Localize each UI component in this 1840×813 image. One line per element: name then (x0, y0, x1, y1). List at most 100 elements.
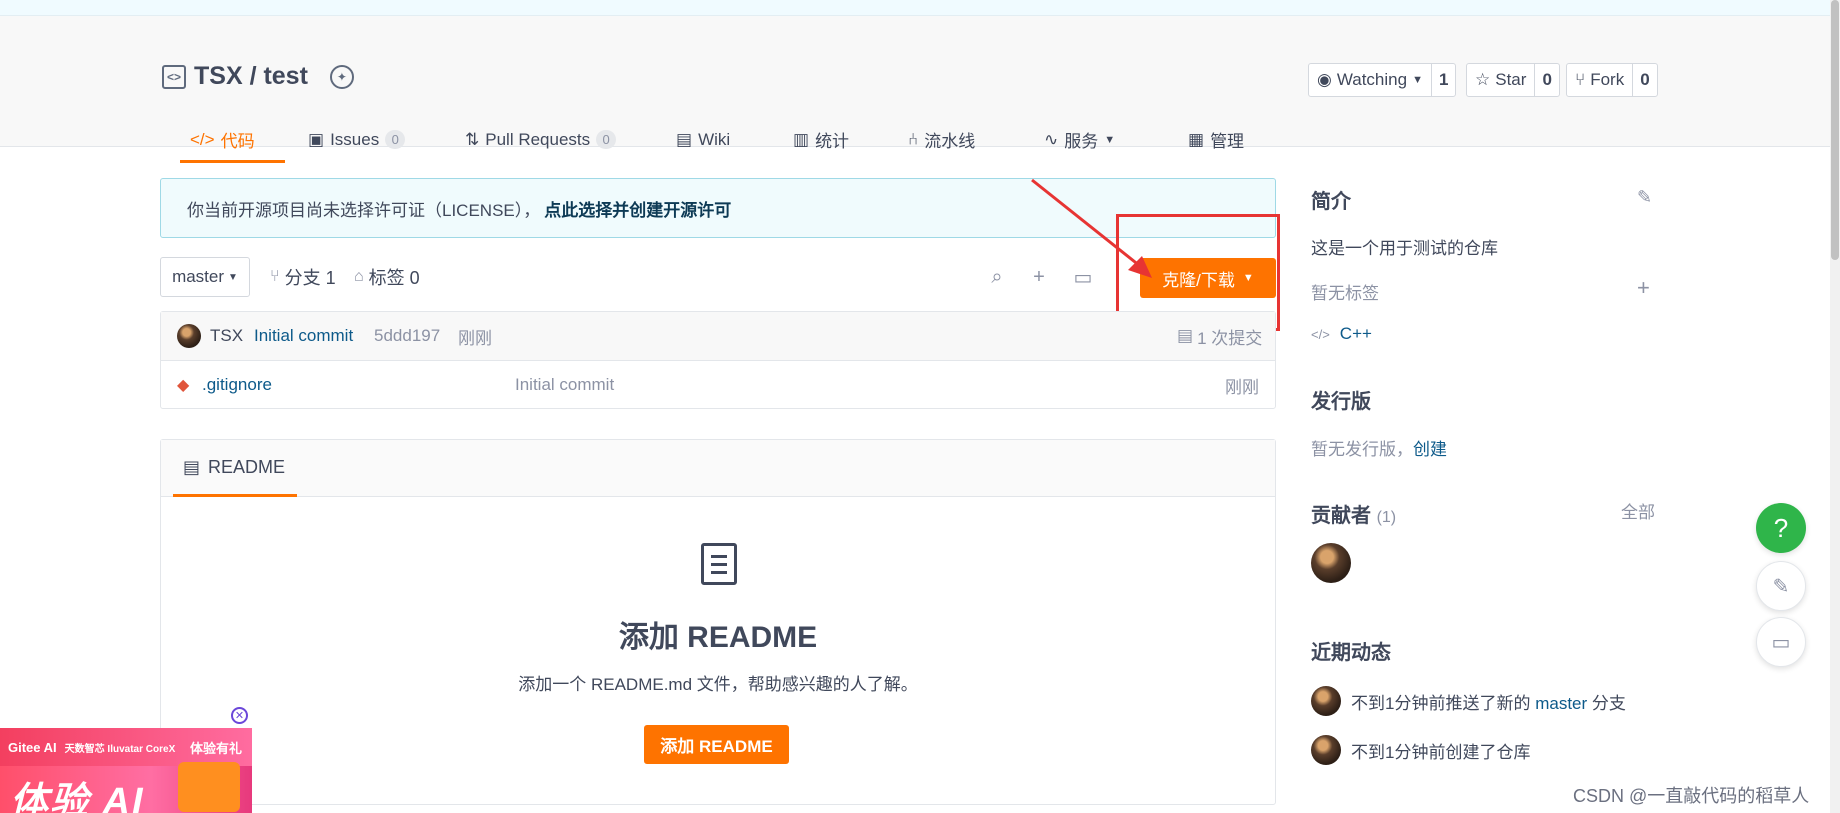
file-row[interactable]: ◆ .gitignore Initial commit 刚刚 (161, 361, 1275, 409)
question-icon: ? (1773, 512, 1789, 543)
watching-count[interactable]: 1 (1432, 64, 1455, 96)
license-notice-text: 你当前开源项目尚未选择许可证（LICENSE）， (187, 200, 541, 220)
chat-icon: ▭ (1771, 631, 1791, 654)
file-name[interactable]: .gitignore (202, 361, 272, 409)
tab-code[interactable]: </> 代码 (180, 116, 285, 163)
file-list: TSX Initial commit 5ddd197 刚刚 ▤ 1 次提交 ◆ … (160, 311, 1276, 409)
no-tags-text: 暂无标签 (1311, 284, 1379, 303)
tab-wiki[interactable]: ▤ Wiki (676, 116, 730, 163)
repo-header: <> TSX / test ✦ ◉ Watching ▼ 1 ☆ Star 0 ⑂ Fo… (0, 16, 1840, 163)
tab-manage[interactable]: ▦ 管理 (1188, 116, 1244, 163)
scrollbar-thumb[interactable] (1831, 0, 1839, 260)
chat-button[interactable]: ▭ (1756, 617, 1806, 667)
readme-header: ▤ README (161, 440, 1275, 497)
tab-pr-label: Pull Requests (485, 129, 591, 149)
git-file-icon: ◆ (177, 377, 190, 394)
edit-icon[interactable]: ✎ (1637, 187, 1652, 208)
issues-icon: ▣ (308, 129, 325, 149)
star-count[interactable]: 0 (1535, 64, 1558, 96)
stats-icon: ▥ (793, 129, 810, 149)
readme-description: 添加一个 README.md 文件，帮助感兴趣的人了解。 (518, 675, 918, 694)
recommend-badge-icon[interactable]: ✦ (329, 64, 354, 89)
wiki-icon: ▤ (676, 129, 693, 149)
branch-select[interactable]: master ▼ (160, 257, 250, 297)
intro-heading: 简介 (1311, 191, 1351, 213)
release-heading: 发行版 (1311, 391, 1371, 413)
help-button[interactable]: ? (1756, 503, 1806, 553)
tab-issues[interactable]: ▣ Issues 0 (308, 116, 406, 163)
search-icon[interactable]: ⌕ (986, 266, 1008, 288)
close-icon[interactable]: ✕ (231, 707, 248, 724)
top-strip (0, 0, 1840, 16)
commit-time: 刚刚 (458, 328, 492, 348)
tab-service[interactable]: ∿ 服务 ▼ (1044, 116, 1115, 163)
activity-text-post: 分支 (1591, 693, 1626, 713)
repo-icon: <> (162, 64, 186, 89)
ad-partner: 天数智芯 Iluvatar CoreX (64, 743, 176, 755)
license-create-link[interactable]: 点此选择并创建开源许可 (544, 196, 731, 221)
scrollbar[interactable] (1830, 0, 1840, 813)
readme-panel: ▤ README 添加 README 添加一个 README.md 文件，帮助感… (160, 439, 1276, 805)
contributors-count: (1) (1376, 509, 1397, 526)
caret-down-icon: ▼ (228, 271, 238, 283)
edit-icon: ✎ (1772, 575, 1790, 598)
tab-stats[interactable]: ▥ 统计 (793, 116, 849, 163)
repo-name[interactable]: TSX / test (194, 62, 308, 91)
activity-branch-link[interactable]: master (1535, 694, 1587, 713)
ad-headline: 体验 AI (10, 781, 145, 813)
release-create-link[interactable]: 创建 (1413, 440, 1447, 459)
readme-tab[interactable]: ▤ README (173, 440, 297, 497)
issues-count-badge: 0 (385, 130, 406, 149)
avatar[interactable] (1311, 686, 1341, 716)
history-icon: ▤ (1177, 326, 1194, 345)
branches-link[interactable]: ⑂ 分支 1 (270, 257, 336, 297)
language-item[interactable]: </> C++ (1311, 324, 1372, 344)
tab-stats-label: 统计 (815, 132, 850, 151)
tab-pull-requests[interactable]: ⇅ Pull Requests 0 (465, 116, 617, 163)
tab-pipeline-label: 流水线 (924, 132, 976, 151)
watching-label[interactable]: Watching (1337, 70, 1407, 90)
document-icon: ▤ (183, 456, 201, 477)
add-readme-button[interactable]: 添加 README (644, 725, 789, 764)
commit-author[interactable]: TSX (210, 312, 243, 360)
watch-action[interactable]: ◉ Watching ▼ 1 (1308, 63, 1457, 97)
tab-manage-label: 管理 (1210, 132, 1245, 151)
star-label[interactable]: Star (1495, 70, 1526, 90)
ad-banner[interactable]: Gitee AI 天数智芯 Iluvatar CoreX 体验有礼 体验 AI (0, 728, 252, 813)
commit-message[interactable]: Initial commit (254, 312, 353, 360)
eye-icon: ◉ (1317, 70, 1332, 89)
caret-down-icon: ▼ (1412, 74, 1423, 86)
file-commit-message[interactable]: Initial commit (515, 361, 614, 409)
tab-service-label: 服务 (1064, 132, 1099, 151)
avatar[interactable] (177, 312, 201, 360)
commit-count: 1 次提交 (1197, 328, 1263, 348)
avatar[interactable] (1311, 735, 1341, 765)
contributor-avatar[interactable] (1311, 543, 1351, 588)
contributors-all-link[interactable]: 全部 (1621, 498, 1655, 523)
pr-count-badge: 0 (596, 130, 617, 149)
fork-label[interactable]: Fork (1590, 70, 1624, 90)
fork-action[interactable]: ⑂ Fork 0 (1566, 63, 1658, 97)
activity-item: 不到1分钟前创建了仓库 (1311, 735, 1530, 765)
contributors-heading: 贡献者 (1) (1311, 499, 1396, 528)
manage-icon: ▦ (1188, 129, 1205, 149)
code-icon: </> (190, 129, 215, 149)
commit-count-link[interactable]: ▤ 1 次提交 (1177, 312, 1262, 360)
add-tag-icon[interactable]: + (1637, 275, 1650, 301)
tags-link[interactable]: ⌂ 标签 0 (354, 257, 420, 297)
readme-tab-label: README (208, 456, 286, 477)
watermark: CSDN @一直敲代码的稻草人 (1573, 786, 1810, 806)
file-time: 刚刚 (1225, 377, 1259, 397)
service-icon: ∿ (1044, 129, 1059, 149)
feedback-button[interactable]: ✎ (1756, 561, 1806, 611)
release-empty: 暂无发行版，创建 (1311, 435, 1447, 460)
star-action[interactable]: ☆ Star 0 (1466, 63, 1560, 97)
fork-count[interactable]: 0 (1633, 64, 1656, 96)
pull-request-icon: ⇅ (465, 129, 480, 149)
contributors-title: 贡献者 (1311, 505, 1371, 527)
ad-badge: 体验有礼 (189, 740, 242, 756)
caret-down-icon: ▼ (1104, 133, 1116, 146)
tab-pipeline[interactable]: ⑃ 流水线 (908, 116, 975, 163)
commit-hash[interactable]: 5ddd197 (374, 312, 440, 360)
tab-wiki-label: Wiki (698, 129, 731, 149)
